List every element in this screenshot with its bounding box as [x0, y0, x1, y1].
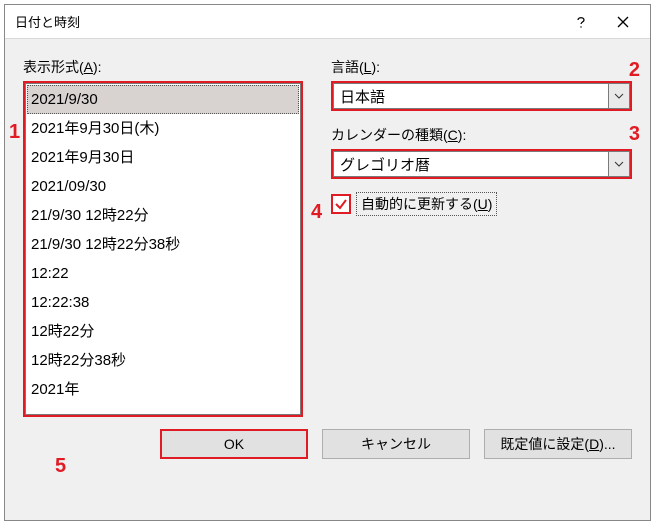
format-listbox[interactable]: 2021/9/302021年9月30日(木)2021年9月30日2021/09/… — [23, 81, 303, 417]
format-item[interactable]: 21/9/30 12時22分 — [27, 201, 299, 230]
language-label: 言語(L): — [331, 57, 632, 77]
format-label: 表示形式(A): — [23, 57, 303, 77]
dialog-content: 表示形式(A): 2021/9/302021年9月30日(木)2021年9月30… — [5, 39, 650, 473]
titlebar: 日付と時刻 — [5, 5, 650, 39]
language-combobox[interactable]: 日本語 — [331, 81, 632, 111]
format-item[interactable]: 2021年9月30日 — [27, 143, 299, 172]
format-item[interactable]: 2021/9/30 — [27, 85, 299, 114]
format-item[interactable]: 2021年 — [27, 375, 299, 404]
calendar-value: グレゴリオ暦 — [333, 151, 608, 177]
auto-update-label[interactable]: 自動的に更新する(U) — [357, 193, 496, 215]
set-default-button[interactable]: 既定値に設定(D)... — [484, 429, 632, 459]
window-title: 日付と時刻 — [15, 12, 560, 31]
help-button[interactable] — [560, 8, 602, 36]
calendar-combobox[interactable]: グレゴリオ暦 — [331, 149, 632, 179]
close-button[interactable] — [602, 8, 644, 36]
format-item[interactable]: 12時22分38秒 — [27, 346, 299, 375]
button-row: OK キャンセル 既定値に設定(D)... — [23, 429, 632, 459]
format-item[interactable]: 12:22 — [27, 259, 299, 288]
format-item[interactable]: 21/9/30 12時22分38秒 — [27, 230, 299, 259]
cancel-button[interactable]: キャンセル — [322, 429, 470, 459]
language-value: 日本語 — [333, 83, 608, 109]
auto-update-checkbox[interactable] — [331, 194, 351, 214]
format-item[interactable]: 12時22分 — [27, 317, 299, 346]
ok-button[interactable]: OK — [160, 429, 308, 459]
format-item[interactable]: 12:22:38 — [27, 288, 299, 317]
date-time-dialog: 日付と時刻 表示形式(A): 2021/9/302021年9月30日(木)202… — [4, 4, 651, 521]
calendar-label: カレンダーの種類(C): — [331, 125, 632, 145]
format-item[interactable]: 2021/09/30 — [27, 172, 299, 201]
chevron-down-icon[interactable] — [608, 83, 630, 109]
chevron-down-icon[interactable] — [608, 151, 630, 177]
format-item[interactable]: 2021年9月30日(木) — [27, 114, 299, 143]
